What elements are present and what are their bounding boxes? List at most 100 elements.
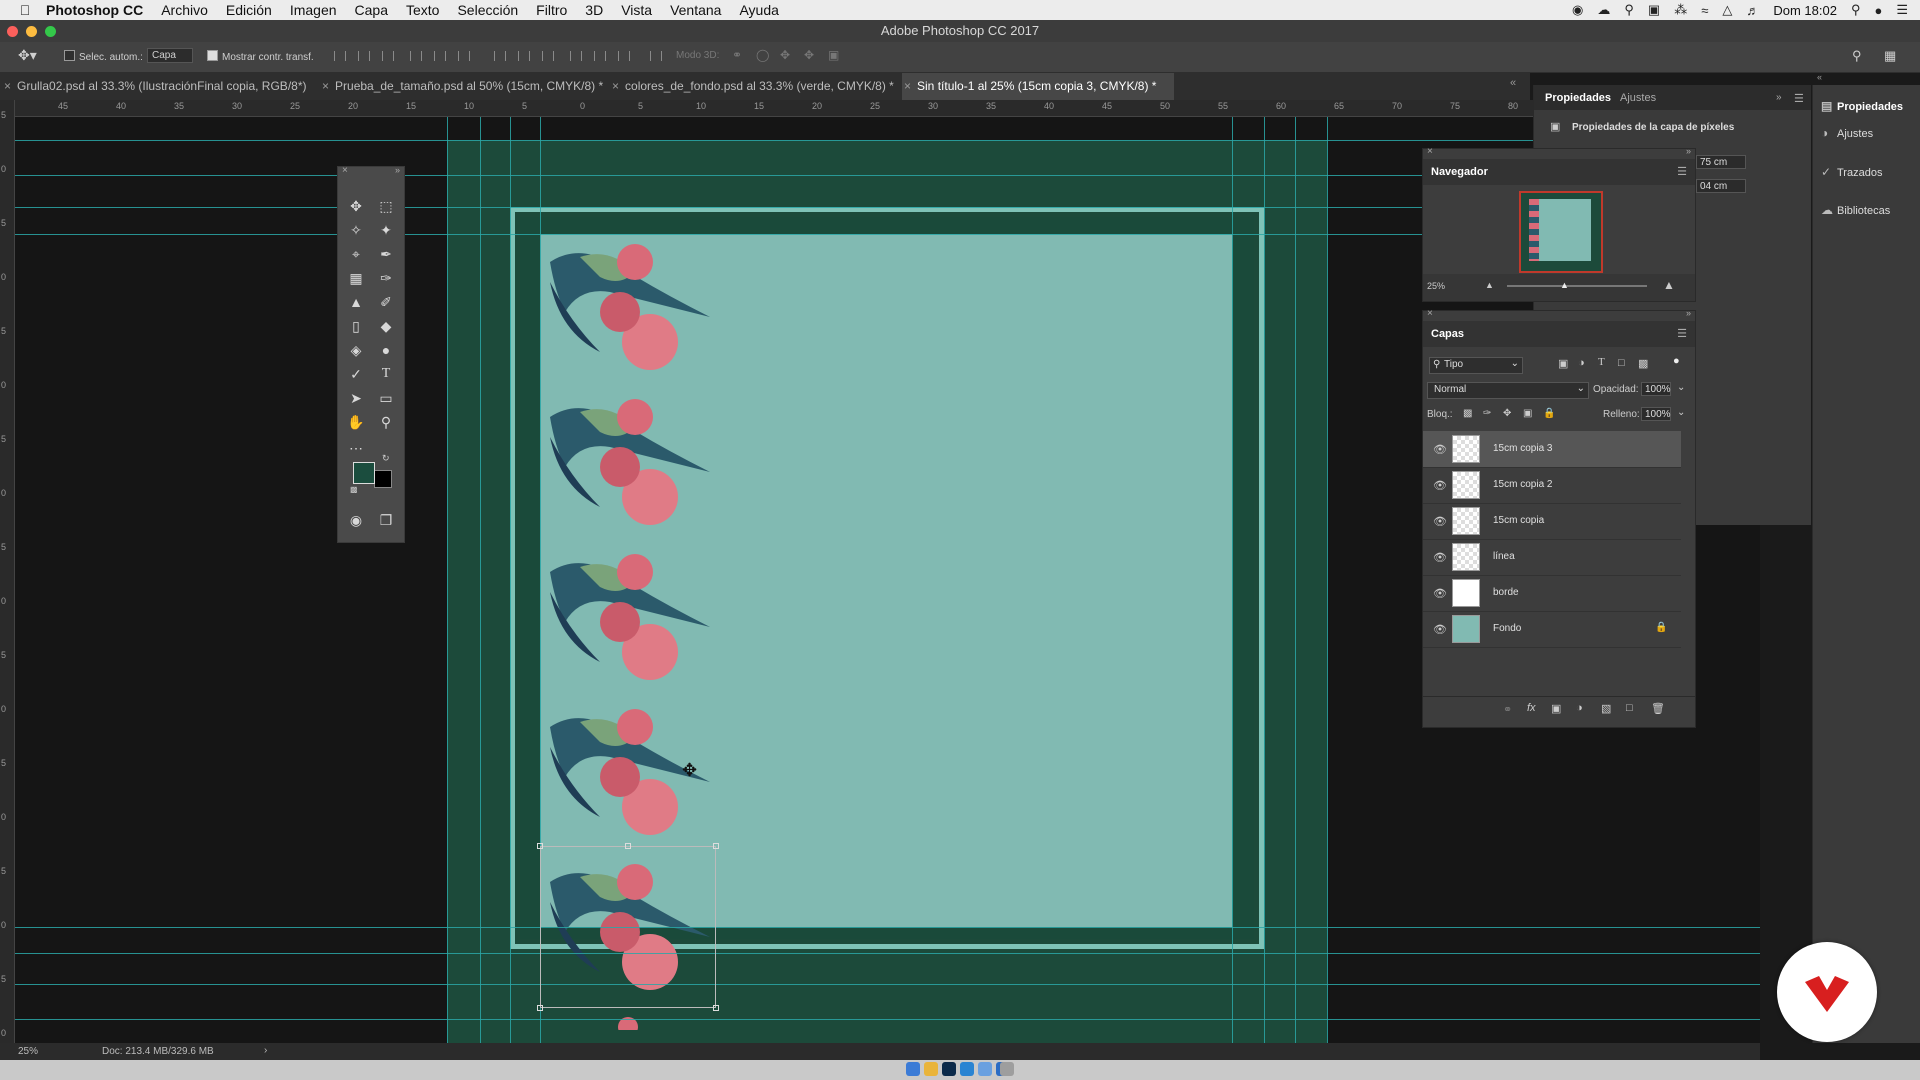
background-color-swatch[interactable]: [374, 470, 392, 488]
dock-propiedades[interactable]: ▤ Propiedades: [1821, 99, 1903, 113]
add-mask-icon[interactable]: ▣: [1551, 702, 1561, 715]
dock-bibliotecas[interactable]: ☁ Bibliotecas: [1821, 203, 1890, 217]
history-brush-tool-icon[interactable]: ✐: [374, 291, 398, 313]
align-vcenter-icon[interactable]: [358, 51, 370, 61]
expand-dock-icon[interactable]: «: [1817, 72, 1822, 82]
layer-fondo[interactable]: 👁 Fondo 🔒: [1423, 611, 1681, 648]
close-panel-icon[interactable]: ×: [1427, 146, 1433, 157]
apple-icon[interactable]: : [14, 2, 36, 18]
menu-edicion[interactable]: Edición: [226, 2, 272, 18]
blur-tool-icon[interactable]: ◈: [344, 339, 368, 361]
delete-layer-icon[interactable]: 🗑: [1651, 702, 1665, 715]
foreground-color-swatch[interactable]: [353, 462, 375, 484]
move-tool-preset-icon[interactable]: ✥▾: [18, 47, 37, 64]
menu-seleccion[interactable]: Selección: [457, 2, 518, 18]
navigator-zoom-value[interactable]: 25%: [1427, 281, 1445, 291]
more-tools-icon[interactable]: ⋯: [344, 437, 368, 459]
trash-dock-icon[interactable]: [1000, 1062, 1014, 1076]
opacity-field[interactable]: 100%: [1641, 382, 1671, 396]
link-layers-icon[interactable]: ⚭: [1503, 703, 1512, 716]
close-panel-icon[interactable]: ×: [1427, 308, 1433, 319]
new-layer-icon[interactable]: □: [1626, 702, 1633, 714]
filter-smart-object-icon[interactable]: ▩: [1638, 357, 1648, 370]
new-group-icon[interactable]: ▧: [1601, 702, 1611, 715]
siri-icon[interactable]: ●: [1874, 3, 1882, 18]
show-transform-controls-checkbox[interactable]: Mostrar contr. transf.: [207, 50, 314, 63]
collapse-panel-icon[interactable]: »: [395, 165, 400, 175]
collapse-panel-icon[interactable]: »: [1686, 308, 1691, 318]
layer-linea[interactable]: 👁 línea: [1423, 539, 1681, 576]
zoom-tool-icon[interactable]: ⚲: [374, 411, 398, 433]
fill-field[interactable]: 100%: [1641, 407, 1671, 421]
eraser-tool-icon[interactable]: ▯: [344, 315, 368, 337]
lock-paint-icon[interactable]: ✑: [1483, 408, 1491, 419]
menu-ventana[interactable]: Ventana: [670, 2, 721, 18]
filter-pixel-icon[interactable]: ▣: [1558, 357, 1568, 370]
panel-menu-icon[interactable]: ☰: [1794, 92, 1804, 105]
transform-handle[interactable]: [713, 1005, 719, 1011]
menu-vista[interactable]: Vista: [621, 2, 652, 18]
layer-15cm-copia-2[interactable]: 👁 15cm copia 2: [1423, 467, 1681, 504]
transform-handle[interactable]: [625, 843, 631, 849]
distribute-hcenter-icon[interactable]: [594, 51, 606, 61]
menu-capa[interactable]: Capa: [355, 2, 388, 18]
layer-borde[interactable]: 👁 borde: [1423, 575, 1681, 612]
lock-all-icon[interactable]: 🔒: [1543, 408, 1555, 419]
lock-artboard-icon[interactable]: ▣: [1523, 408, 1532, 419]
filter-toggle-icon[interactable]: ●: [1673, 355, 1680, 367]
collapse-panels-icon[interactable]: «: [1510, 77, 1516, 89]
marquee-tool-icon[interactable]: ⬚: [374, 195, 398, 217]
rectangle-tool-icon[interactable]: ▭: [374, 387, 398, 409]
app-dock-icon[interactable]: [978, 1062, 992, 1076]
transform-handle[interactable]: [537, 1005, 543, 1011]
align-right-icon[interactable]: [458, 51, 470, 61]
layer-style-fx-icon[interactable]: fx: [1527, 702, 1536, 714]
chrome-dock-icon[interactable]: [924, 1062, 938, 1076]
crop-tool-icon[interactable]: ⌖: [344, 243, 368, 265]
menu-texto[interactable]: Texto: [406, 2, 439, 18]
zoom-in-icon[interactable]: ▲: [1663, 278, 1675, 292]
collapse-panel-icon[interactable]: »: [1686, 146, 1691, 156]
photoshop-dock-icon[interactable]: [942, 1062, 956, 1076]
dodge-tool-icon[interactable]: ●: [374, 339, 398, 361]
zoom-slider-handle[interactable]: ▲: [1560, 280, 1569, 290]
healing-brush-tool-icon[interactable]: ▦: [344, 267, 368, 289]
default-colors-icon[interactable]: ▩: [350, 485, 358, 494]
screen-icon[interactable]: ▣: [1648, 2, 1660, 18]
fill-chevron-icon[interactable]: ⌄: [1677, 407, 1685, 418]
lasso-tool-icon[interactable]: ✧: [344, 219, 368, 241]
airplay-icon[interactable]: △: [1722, 2, 1732, 18]
type-tool-icon[interactable]: T: [374, 363, 398, 385]
adjustment-layer-icon[interactable]: ◑: [1576, 702, 1583, 714]
visibility-eye-icon[interactable]: 👁: [1433, 587, 1447, 600]
tab-grulla[interactable]: × Grulla02.psd al 33.3% (IlustraciónFinal…: [4, 73, 322, 100]
pen-tool-icon[interactable]: ✓: [344, 363, 368, 385]
layer-filter-dropdown[interactable]: ⚲ Tipo ⌄: [1429, 357, 1523, 374]
clock[interactable]: Dom 18:02: [1773, 3, 1837, 18]
menu-ayuda[interactable]: Ayuda: [739, 2, 778, 18]
transform-handle[interactable]: [537, 843, 543, 849]
menu-archivo[interactable]: Archivo: [161, 2, 208, 18]
visibility-eye-icon[interactable]: 👁: [1433, 443, 1447, 456]
workspace-icon[interactable]: ▦: [1884, 48, 1896, 64]
brush-tool-icon[interactable]: ✑: [374, 267, 398, 289]
finder-dock-icon[interactable]: [906, 1062, 920, 1076]
filter-adjustment-icon[interactable]: ◑: [1578, 357, 1585, 369]
tab-prueba-de-tamano[interactable]: × Prueba_de_tamaño.psd al 50% (15cm, CMYK…: [322, 73, 612, 100]
distribute-top-icon[interactable]: [494, 51, 506, 61]
hand-tool-icon[interactable]: ✋: [344, 411, 368, 433]
cloud-icon[interactable]: ☁: [1597, 2, 1610, 18]
distribute-vcenter-icon[interactable]: [518, 51, 530, 61]
blend-mode-dropdown[interactable]: Normal ⌄: [1427, 382, 1589, 399]
dock-ajustes[interactable]: ◑ Ajustes: [1821, 126, 1873, 140]
path-selection-tool-icon[interactable]: ➤: [344, 387, 368, 409]
opacity-chevron-icon[interactable]: ⌄: [1677, 382, 1685, 393]
zoom-out-icon[interactable]: ▲: [1485, 280, 1494, 290]
wifi-icon[interactable]: ≈: [1701, 3, 1708, 18]
visibility-eye-icon[interactable]: 👁: [1433, 479, 1447, 492]
width-field[interactable]: 75 cm: [1696, 155, 1746, 169]
menu-3d[interactable]: 3D: [585, 2, 603, 18]
distribute-right-icon[interactable]: [618, 51, 630, 61]
menu-filtro[interactable]: Filtro: [536, 2, 567, 18]
close-tab-icon[interactable]: ×: [4, 79, 11, 93]
